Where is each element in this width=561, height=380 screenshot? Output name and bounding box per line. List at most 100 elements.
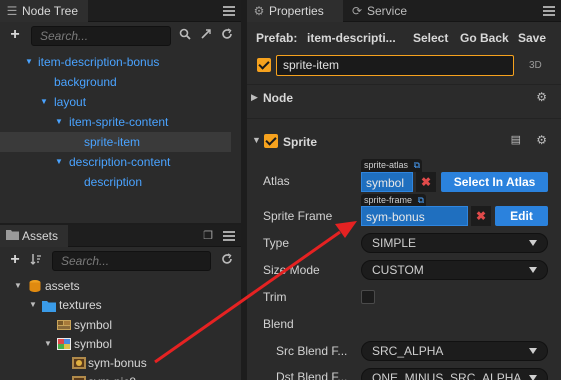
src-blend-select-value: SRC_ALPHA <box>372 344 444 358</box>
tree-item-root[interactable]: ▼ item-description-bonus <box>0 52 241 72</box>
add-asset-icon[interactable]: + <box>8 252 22 268</box>
tree-item-label: description <box>84 175 143 189</box>
asset-item[interactable]: symbol <box>0 315 241 335</box>
atlas-type-tag: sprite-atlas ⧉ <box>361 159 423 172</box>
expand-arrow-icon[interactable]: ▼ <box>54 152 64 172</box>
assets-tabbar: Assets ❐ <box>0 225 241 247</box>
tree-item[interactable]: ▼ description-content <box>0 152 241 172</box>
atlas-label: Atlas <box>263 174 290 188</box>
node-active-checkbox[interactable] <box>257 58 271 72</box>
panel-menu-icon[interactable] <box>223 229 235 243</box>
assets-search-input[interactable]: Search... <box>52 251 211 271</box>
sprite-frame-field[interactable]: sym-bonus <box>361 206 468 226</box>
expand-arrow-icon[interactable]: ▼ <box>252 135 261 145</box>
assets-panel: Assets ❐ + Search... ▼ assets ▼ textures… <box>0 225 241 380</box>
expand-arrow-icon[interactable]: ▼ <box>28 295 38 315</box>
tree-item[interactable]: description <box>0 172 241 192</box>
prefab-name: item-descripti... <box>307 31 396 45</box>
chevron-down-icon <box>529 267 537 273</box>
trim-checkbox[interactable] <box>361 290 375 304</box>
asset-item[interactable]: ▼ textures <box>0 295 241 315</box>
atlas-icon <box>57 318 71 332</box>
sprite-frame-clear-icon[interactable]: ✖ <box>471 206 491 226</box>
tree-item-label: description-content <box>69 155 171 169</box>
tab-node-tree[interactable]: ☰ Node Tree <box>0 0 89 22</box>
node-tree-search-input[interactable]: Search... <box>31 26 171 46</box>
hierarchy-icon: ☰ <box>6 4 18 18</box>
atlas-field[interactable]: symbol <box>361 172 413 192</box>
popout-icon[interactable]: ❐ <box>201 229 215 243</box>
tab-node-tree-label: Node Tree <box>22 4 79 18</box>
tree-item-label: item-description-bonus <box>38 55 160 69</box>
chevron-down-icon <box>529 348 537 354</box>
tree-item[interactable]: ▼ item-sprite-content <box>0 112 241 132</box>
sprite-section-header[interactable]: ▼ Sprite ▤ ⚙ <box>247 130 561 152</box>
type-select[interactable]: SIMPLE <box>361 233 548 253</box>
chevron-down-icon <box>529 375 537 380</box>
tab-service[interactable]: ⟳ Service <box>345 0 417 22</box>
asset-item-label: symbol <box>74 337 113 351</box>
node-section-header[interactable]: ▶ Node ⚙ <box>247 87 561 109</box>
sprite-frame-edit-button[interactable]: Edit <box>495 206 548 226</box>
asset-item-label: sym-bonus <box>88 356 147 370</box>
prefab-select-button[interactable]: Select <box>413 27 448 49</box>
asset-item[interactable]: ▼ symbol <box>0 334 241 354</box>
atlas-clear-icon[interactable]: ✖ <box>416 172 436 192</box>
tab-properties[interactable]: ⚙ Properties <box>247 0 343 22</box>
prefab-go-back-button[interactable]: Go Back <box>460 27 509 49</box>
sprite-frame-icon <box>72 356 86 370</box>
external-link-icon[interactable]: ⧉ <box>414 159 420 172</box>
expand-arrow-icon[interactable]: ▼ <box>13 276 23 296</box>
node-tree-tabbar: ☰ Node Tree <box>0 0 241 22</box>
tab-assets[interactable]: Assets <box>0 225 69 247</box>
gear-icon: ⚙ <box>253 4 265 18</box>
sprite-settings-gear-icon[interactable]: ⚙ <box>536 133 547 147</box>
tree-item-label: sprite-item <box>84 135 141 149</box>
properties-panel: ⚙ Properties ⟳ Service Prefab: item-desc… <box>247 0 561 380</box>
panel-menu-icon[interactable] <box>223 4 235 18</box>
expand-arrow-icon[interactable]: ▼ <box>54 112 64 132</box>
expand-arrow-icon[interactable]: ▼ <box>24 52 34 72</box>
tab-service-label: Service <box>367 4 408 18</box>
properties-tabbar: ⚙ Properties ⟳ Service <box>247 0 561 22</box>
sort-icon[interactable] <box>29 253 43 267</box>
prefab-save-button[interactable]: Save <box>518 27 546 49</box>
tree-item-label: item-sprite-content <box>69 115 169 129</box>
refresh-icon[interactable] <box>220 28 234 42</box>
panel-menu-icon[interactable] <box>543 4 555 18</box>
collapse-arrow-icon[interactable]: ▶ <box>251 92 258 103</box>
sprite-section-title: Sprite <box>283 135 318 149</box>
folder-icon <box>42 298 56 312</box>
expand-arrow-icon[interactable]: ▼ <box>39 92 49 112</box>
src-blend-select[interactable]: SRC_ALPHA <box>361 341 548 361</box>
folder-icon <box>5 229 19 243</box>
collapse-icon[interactable] <box>199 28 213 42</box>
asset-item-root[interactable]: ▼ assets <box>0 276 241 296</box>
size-mode-select[interactable]: CUSTOM <box>361 260 548 280</box>
tree-item[interactable]: ▼ layout <box>0 92 241 112</box>
node-settings-gear-icon[interactable]: ⚙ <box>536 90 547 104</box>
size-mode-select-value: CUSTOM <box>372 263 424 277</box>
database-icon <box>28 279 42 293</box>
node-name-input[interactable]: sprite-item <box>276 55 514 76</box>
sprite-enabled-checkbox[interactable] <box>264 134 278 148</box>
asset-item[interactable]: sym-pic8 <box>0 372 241 380</box>
prefab-bar: Prefab: item-descripti... Select Go Back… <box>247 27 561 49</box>
tab-assets-label: Assets <box>22 229 59 243</box>
tree-item[interactable]: background <box>0 72 241 92</box>
expand-arrow-icon[interactable]: ▼ <box>43 334 53 354</box>
tree-item-label: background <box>54 75 117 89</box>
refresh-icon[interactable] <box>220 253 234 267</box>
tree-item-selected[interactable]: sprite-item <box>0 132 231 152</box>
chevron-down-icon <box>529 240 537 246</box>
src-blend-label: Src Blend F... <box>276 344 348 358</box>
asset-item[interactable]: sym-bonus <box>0 353 241 373</box>
image-icon <box>57 337 71 351</box>
assets-toolbar: + Search... <box>0 247 241 275</box>
add-node-icon[interactable]: + <box>8 27 22 43</box>
select-in-atlas-button[interactable]: Select In Atlas <box>441 172 548 192</box>
search-icon[interactable] <box>178 28 192 42</box>
help-book-icon[interactable]: ▤ <box>511 133 521 146</box>
node-tree-toolbar: + Search... <box>0 22 241 50</box>
dst-blend-select[interactable]: ONE_MINUS_SRC_ALPHA <box>361 368 548 380</box>
